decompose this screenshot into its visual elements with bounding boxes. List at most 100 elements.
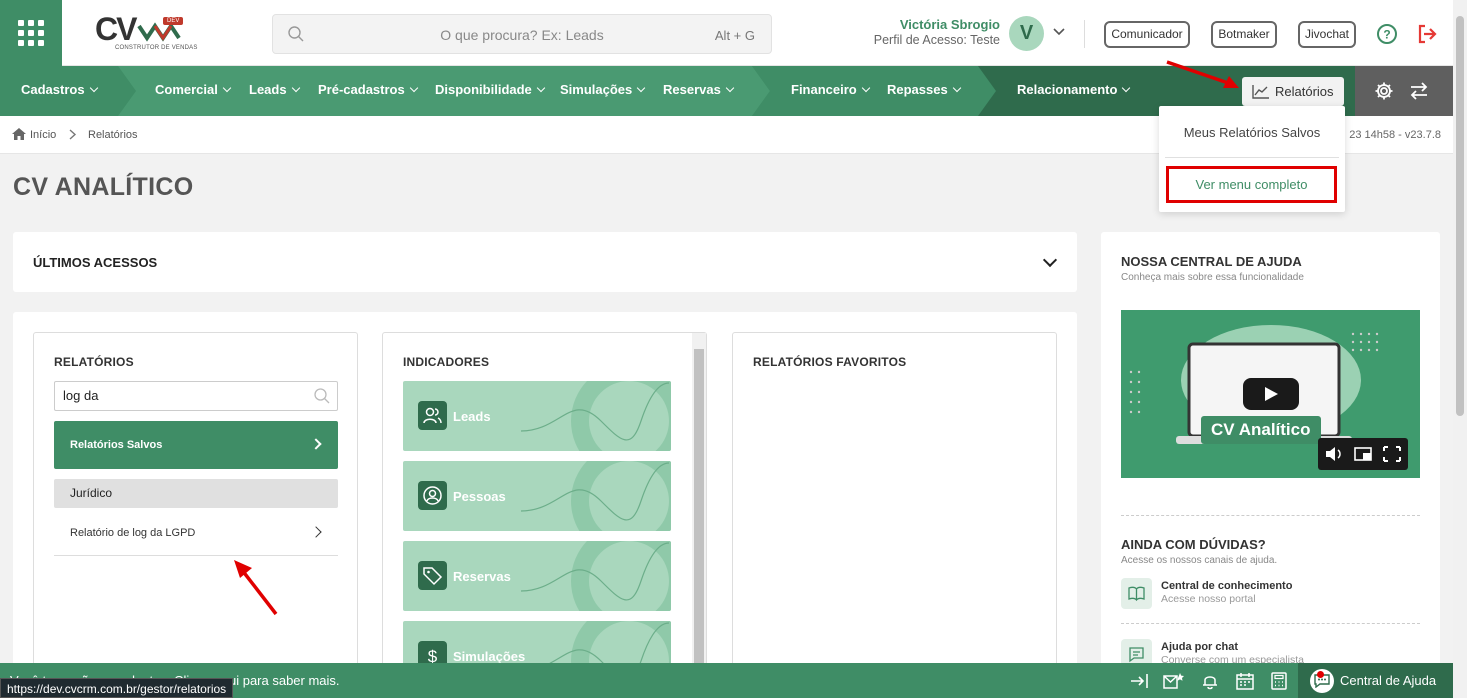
nav-comercial[interactable]: Comercial xyxy=(155,82,232,97)
mail-star-icon[interactable] xyxy=(1163,672,1185,690)
annotation-arrow-icon xyxy=(1166,60,1239,88)
search-icon xyxy=(314,388,330,404)
chevron-down-icon xyxy=(291,83,300,93)
page-scrollbar[interactable] xyxy=(1453,0,1467,698)
home-icon[interactable] xyxy=(12,128,26,140)
notification-dot xyxy=(1317,671,1324,678)
nav-financeiro[interactable]: Financeiro xyxy=(791,82,870,97)
chevron-down-icon xyxy=(409,83,418,93)
chat-bubble-icon xyxy=(1310,669,1334,693)
nav-simulacoes[interactable]: Simulações xyxy=(560,82,646,97)
botmaker-button[interactable]: Botmaker xyxy=(1211,21,1277,48)
nav-relacionamento[interactable]: Relacionamento xyxy=(1017,82,1131,97)
central-ajuda-button[interactable]: Central de Ajuda xyxy=(1298,663,1453,698)
menu-item-meus-relatorios[interactable]: Meus Relatórios Salvos xyxy=(1159,125,1345,140)
user-name: Victória Sbrogio xyxy=(899,17,1000,32)
category-juridico: Jurídico xyxy=(54,479,338,508)
indicador-reservas[interactable]: Reservas xyxy=(403,541,671,611)
relatorios-button[interactable]: Relatórios xyxy=(1242,77,1344,106)
indicador-leads[interactable]: Leads xyxy=(403,381,671,451)
swap-icon[interactable] xyxy=(1409,81,1429,101)
chevron-down-icon xyxy=(725,83,735,93)
video-controls[interactable] xyxy=(1318,438,1408,470)
relatorios-search-input[interactable]: log da xyxy=(54,381,338,411)
breadcrumb-home[interactable]: Início xyxy=(30,129,56,141)
bell-icon[interactable] xyxy=(1201,672,1219,690)
calculator-icon[interactable] xyxy=(1271,672,1287,690)
indicador-pessoas[interactable]: Pessoas xyxy=(403,461,671,531)
users-icon xyxy=(418,401,447,430)
relatorios-salvos-label: Relatórios Salvos xyxy=(70,439,163,451)
channel-title: Central de conhecimento xyxy=(1161,580,1293,592)
indicador-label: Simulações xyxy=(453,649,526,664)
chevron-down-icon[interactable] xyxy=(1053,27,1065,37)
duvidas-heading: AINDA COM DÚVIDAS? xyxy=(1121,537,1266,552)
nav-label: Disponibilidade xyxy=(435,82,532,97)
nav-repasses[interactable]: Repasses xyxy=(887,82,961,97)
apps-grid-icon[interactable] xyxy=(0,0,62,66)
indicador-label: Reservas xyxy=(453,569,511,584)
calendar-icon[interactable] xyxy=(1236,672,1254,690)
nav-label: Repasses xyxy=(887,82,948,97)
help-video[interactable]: CV Analítico xyxy=(1121,310,1420,478)
nav-pre-cadastros[interactable]: Pré-cadastros xyxy=(318,82,418,97)
global-search[interactable]: O que procura? Ex: Leads Alt + G xyxy=(272,14,772,54)
chevron-down-icon xyxy=(637,83,646,93)
user-info[interactable]: Victória Sbrogio Perfil de Acesso: Teste xyxy=(840,17,1000,47)
indicadores-scroll-thumb[interactable] xyxy=(694,349,704,673)
ultimos-acessos-panel[interactable]: ÚLTIMOS ACESSOS xyxy=(13,232,1077,292)
nav-label: Cadastros xyxy=(21,82,85,97)
logout-icon[interactable] xyxy=(1416,23,1438,45)
logo-subtitle: CONSTRUTOR DE VENDAS xyxy=(115,45,198,51)
top-header: CV DEV CONSTRUTOR DE VENDAS O que procur… xyxy=(0,0,1453,66)
chevron-down-icon xyxy=(861,83,870,93)
duvidas-subheading: Acesse os nossos canais de ajuda. xyxy=(1121,555,1278,566)
login-arrow-icon[interactable] xyxy=(1130,672,1150,690)
logo-badge: DEV xyxy=(163,17,184,25)
relatorios-dropdown: Meus Relatórios Salvos Ver menu completo xyxy=(1159,106,1345,212)
nav-cadastros[interactable]: Cadastros xyxy=(21,82,98,97)
nav-label: Relacionamento xyxy=(1017,82,1118,97)
relatorio-label: Relatório de log da LGPD xyxy=(70,527,196,539)
page-scroll-thumb[interactable] xyxy=(1456,16,1464,416)
help-icon[interactable]: ? xyxy=(1376,23,1398,45)
favoritos-panel: RELATÓRIOS FAVORITOS xyxy=(732,332,1057,672)
search-placeholder: O que procura? Ex: Leads xyxy=(440,27,604,43)
channel-central-conhecimento[interactable]: Central de conhecimento Acesse nosso por… xyxy=(1121,578,1420,614)
nav-leads[interactable]: Leads xyxy=(249,82,300,97)
menu-item-ver-menu-completo[interactable]: Ver menu completo xyxy=(1166,166,1337,203)
relatorios-salvos-button[interactable]: Relatórios Salvos xyxy=(54,421,338,469)
book-icon xyxy=(1121,578,1152,609)
divider xyxy=(1121,623,1420,624)
nav-reservas[interactable]: Reservas xyxy=(663,82,735,97)
nav-tools xyxy=(1355,66,1453,116)
user-role: Perfil de Acesso: Teste xyxy=(873,33,1000,47)
divider xyxy=(1121,515,1420,516)
chevron-down-icon[interactable] xyxy=(1042,252,1058,268)
version-info: 23 14h58 - v23.7.8 xyxy=(1349,129,1441,141)
gear-icon[interactable] xyxy=(1374,81,1394,101)
avatar[interactable]: V xyxy=(1009,16,1044,51)
tag-icon xyxy=(418,561,447,590)
nav-disponibilidade[interactable]: Disponibilidade xyxy=(435,82,546,97)
nav-label: Simulações xyxy=(560,82,633,97)
ajuda-subheading: Conheça mais sobre essa funcionalidade xyxy=(1121,272,1304,283)
indicador-label: Leads xyxy=(453,409,491,424)
nav-label: Comercial xyxy=(155,82,218,97)
decorative-curve xyxy=(520,541,671,611)
chevron-down-icon xyxy=(1122,83,1131,93)
breadcrumb-current: Relatórios xyxy=(88,129,138,141)
nav-label: Reservas xyxy=(663,82,721,97)
svg-text:?: ? xyxy=(1383,28,1390,42)
list-item[interactable]: Relatório de log da LGPD xyxy=(54,518,338,556)
annotation-arrow-icon xyxy=(234,560,278,616)
decorative-curve xyxy=(520,381,671,451)
decorative-curve xyxy=(520,461,671,531)
chart-line-icon xyxy=(1252,85,1269,99)
play-icon[interactable] xyxy=(1243,378,1299,410)
relatorios-heading: RELATÓRIOS xyxy=(54,355,134,369)
comunicador-button[interactable]: Comunicador xyxy=(1104,21,1190,48)
channel-title: Ajuda por chat xyxy=(1161,641,1239,653)
jivochat-button[interactable]: Jivochat xyxy=(1298,21,1356,48)
logo[interactable]: CV DEV CONSTRUTOR DE VENDAS xyxy=(95,11,197,54)
